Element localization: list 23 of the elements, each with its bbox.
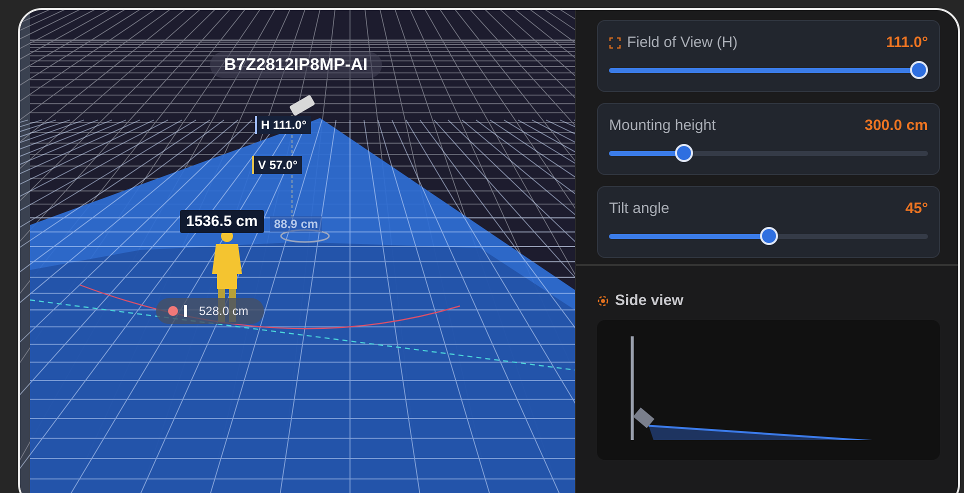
slider-label: Mounting height: [609, 117, 717, 134]
slider[interactable]: [609, 144, 928, 162]
slider[interactable]: [609, 227, 928, 245]
target-icon: [597, 294, 609, 306]
slider-label: Tilt angle: [609, 200, 670, 217]
side-view-title: Side view: [615, 292, 684, 309]
slider-label: Field of View (H): [627, 34, 739, 51]
expand-corners-icon: [609, 36, 621, 48]
marker-dot-icon: [168, 306, 178, 316]
slider-thumb[interactable]: [760, 227, 778, 245]
width-reading: 528.0 cm: [199, 304, 248, 318]
marker-bar-icon: [184, 305, 187, 317]
slider-thumb[interactable]: [675, 144, 694, 162]
slider-thumb[interactable]: [910, 61, 928, 79]
horizontal-angle-label: H 111.0°: [255, 116, 311, 134]
slider[interactable]: [609, 61, 928, 79]
slider-value: 45°: [905, 200, 928, 217]
slider-value: 111.0°: [886, 34, 928, 51]
slider-value: 300.0 cm: [864, 117, 928, 134]
distance-label: 1536.5 cm: [180, 210, 264, 233]
vertical-angle-label: V 57.0°: [252, 156, 302, 174]
radius-label: 88.9 cm: [270, 216, 322, 232]
camera-model-label: B7Z2812IP8MP-AI: [210, 52, 382, 78]
